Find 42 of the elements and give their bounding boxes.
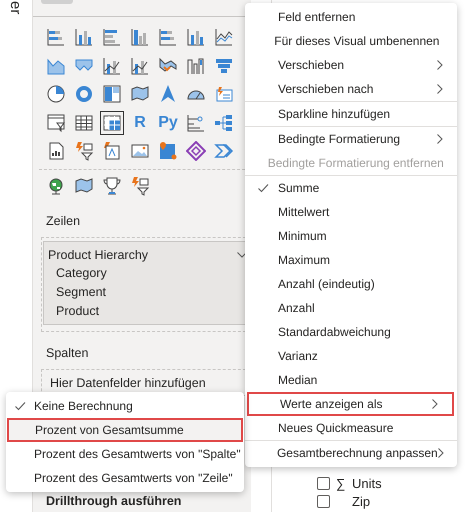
chevron-icon[interactable]: [237, 252, 247, 258]
field-name: Units: [352, 476, 382, 490]
field-label: Product Hierarchy: [48, 248, 148, 262]
section-heading: Spalten: [46, 346, 90, 360]
menu-item[interactable]: Prozent des Gesamtwerts von "Zeile": [6, 466, 244, 490]
menu-item[interactable]: Gesamtberechnung anpassen: [245, 441, 457, 465]
hierarchy-level: Category: [55, 265, 108, 282]
menu-item[interactable]: Verschieben nach: [245, 77, 457, 101]
menu-item[interactable]: Feld entfernen: [245, 5, 457, 29]
chevron-icon[interactable]: [437, 60, 443, 70]
diamond-icon[interactable]: [184, 139, 208, 163]
menu-item[interactable]: Summe: [245, 176, 457, 200]
menu-item[interactable]: Prozent des Gesamtwerts von "Spalte": [6, 442, 244, 466]
checkbox[interactable]: [317, 494, 330, 508]
section-heading: Drillthrough ausführen: [46, 494, 182, 508]
menu-item[interactable]: Median: [245, 368, 457, 392]
menu-item[interactable]: Neues Quickmeasure: [245, 416, 457, 440]
chevron-icon[interactable]: [438, 448, 444, 458]
hierarchy-level: Product: [55, 303, 100, 320]
chevron-icon[interactable]: [437, 134, 443, 144]
check-icon: [14, 402, 26, 410]
matrix-icon[interactable]: [100, 110, 124, 134]
field-name: Zip: [352, 494, 370, 508]
menu-item[interactable]: Werte anzeigen als: [247, 392, 454, 416]
menu-item[interactable]: Bedingte Formatierung: [245, 127, 457, 151]
section-heading: Zeilen: [46, 214, 82, 228]
menu-item[interactable]: Mittelwert: [245, 200, 457, 224]
menu-item[interactable]: Prozent von Gesamtsumme: [7, 418, 243, 442]
chevron-icon[interactable]: [432, 399, 438, 409]
check-icon: [258, 184, 268, 192]
checkbox[interactable]: [317, 476, 330, 490]
hierarchy-level: Segment: [55, 284, 108, 301]
panel-title: er: [7, 1, 23, 14]
chevron-icon[interactable]: [437, 84, 443, 94]
menu-item[interactable]: Verschieben: [245, 53, 457, 77]
tab-indicator: [41, 0, 73, 4]
placeholder-text: Hier Datenfelder hinzufügen: [50, 376, 207, 390]
menu-item[interactable]: Keine Berechnung: [6, 394, 244, 418]
menu-item[interactable]: Sparkline hinzufügen: [245, 102, 457, 126]
sigma-icon: ∑: [336, 476, 346, 490]
menu-item[interactable]: Varianz: [245, 344, 457, 368]
menu-item[interactable]: Für dieses Visual umbenennen: [245, 29, 457, 53]
